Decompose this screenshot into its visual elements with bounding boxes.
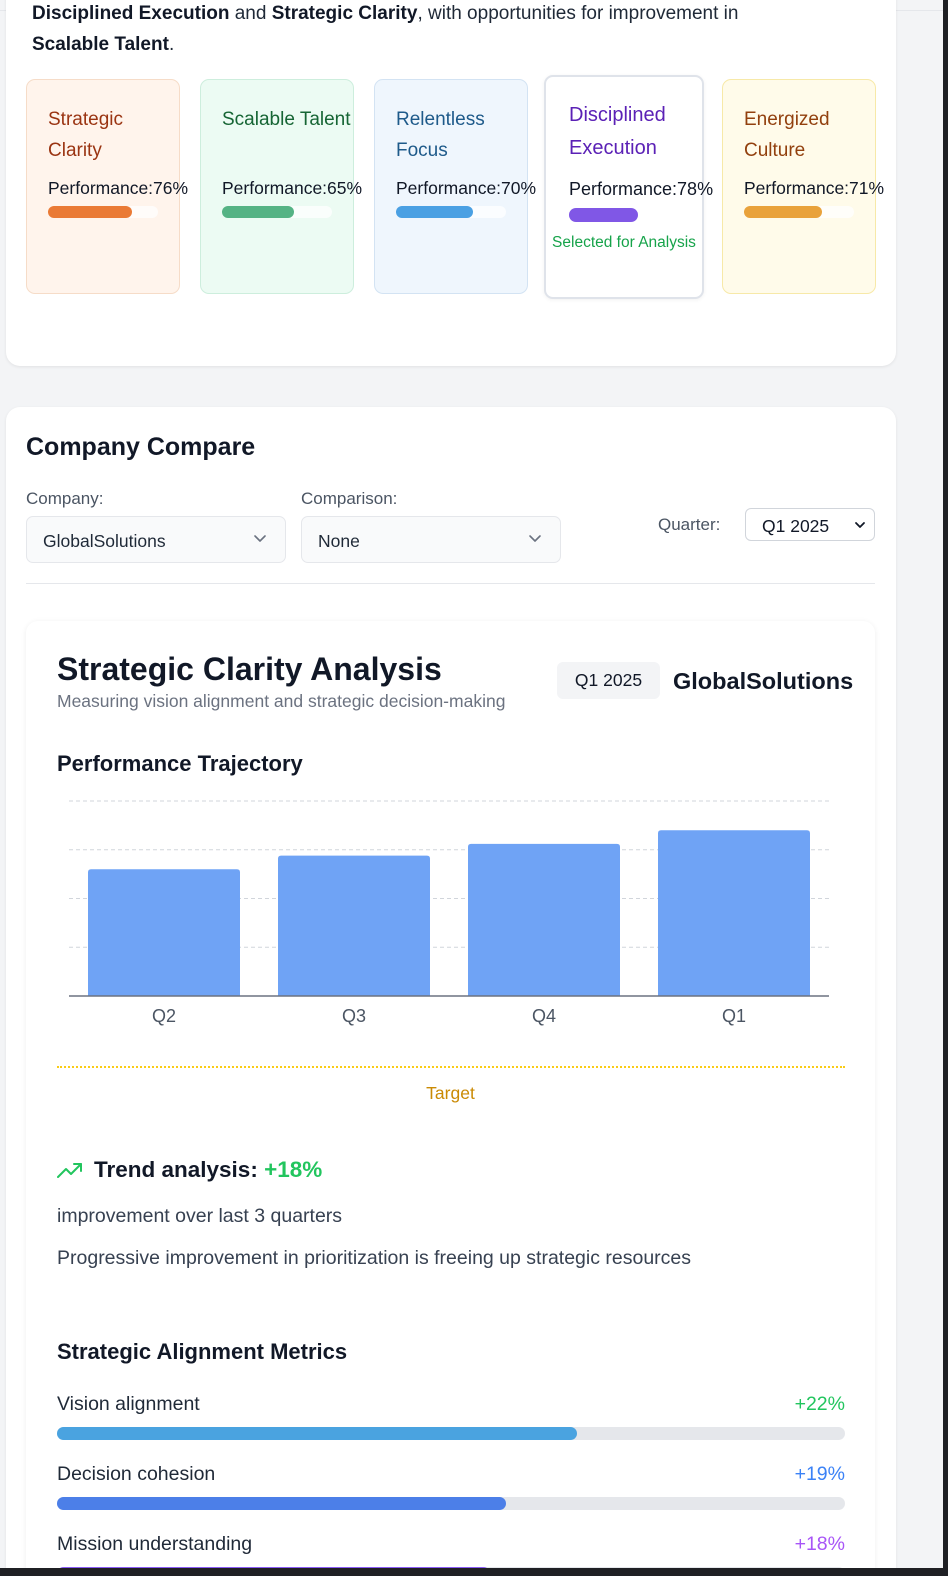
comparison-select[interactable]: None (301, 516, 561, 563)
metric-label: Decision cohesion (57, 1463, 216, 1485)
comparison-label: Comparison: (301, 489, 398, 508)
pillar-bar-fill (744, 206, 823, 218)
chart-bar-q3 (278, 855, 430, 996)
metric-bar-track (57, 1427, 845, 1440)
pillar-performance: Performance:76% (48, 178, 189, 198)
trend-title: Trend analysis: +18% (94, 1157, 322, 1183)
company-select-value: GlobalSolutions (43, 531, 166, 551)
analysis-company-name: GlobalSolutions (673, 668, 854, 694)
pillar-performance: Performance:71% (744, 178, 885, 198)
trending-up-icon (57, 1163, 82, 1178)
quarter-label: Quarter: (658, 515, 721, 534)
quarter-select-value: Q1 2025 (762, 516, 830, 536)
metric-value: +22% (794, 1393, 845, 1415)
pillar-name: Strategic Clarity (48, 109, 123, 161)
analysis-title: Strategic Clarity Analysis (57, 651, 442, 687)
metric-label: Mission understanding (57, 1533, 253, 1555)
metric-bar-fill (57, 1497, 507, 1510)
trend-value: +18% (264, 1157, 323, 1182)
chart-x-tick-label: Q3 (342, 1006, 366, 1026)
pillar-bar-track (222, 206, 332, 218)
performance-bar-chart: Q2 Q3 Q4 Q1 (69, 800, 829, 1026)
pillar-name: Disciplined Execution (569, 104, 666, 159)
summary-rest: , with opportunities for improvement in (417, 3, 739, 24)
pillar-card-energized-culture[interactable]: Energized Culture Performance:71% (722, 79, 884, 294)
summary-text: Disciplined Execution and Strategic Clar… (32, 0, 872, 60)
target-line (57, 1066, 845, 1068)
quarter-select[interactable]: Q1 2025 (745, 508, 875, 541)
pillar-performance: Performance:65% (222, 178, 363, 198)
pillar-performance: Performance:70% (396, 178, 537, 198)
metric-decision-cohesion: Decision cohesion +19% (57, 1463, 845, 1523)
pillar-bar-fill (396, 206, 473, 218)
divider (26, 583, 875, 584)
metric-value: +19% (794, 1463, 845, 1485)
chart-x-tick-label: Q2 (152, 1006, 176, 1026)
company-select[interactable]: GlobalSolutions (26, 516, 286, 563)
chevron-down-icon (855, 522, 865, 528)
summary-bold-talent: Scalable Talent (32, 34, 169, 55)
pillar-name: Relentless Focus (396, 109, 485, 161)
window-frame-right (943, 0, 948, 1576)
summary-and: and (229, 3, 272, 24)
pillar-bar-track (569, 208, 657, 222)
quarter-badge: Q1 2025 (557, 662, 660, 699)
chart-x-tick-label: Q1 (722, 1006, 746, 1026)
analysis-subtitle: Measuring vision alignment and strategic… (57, 691, 506, 711)
trend-label: Trend analysis: (94, 1157, 265, 1182)
pillars-card: Disciplined Execution and Strategic Clar… (6, 0, 896, 366)
trend-description: improvement over last 3 quarters (57, 1205, 343, 1227)
metric-value: +18% (794, 1533, 845, 1555)
chevron-down-icon (529, 535, 541, 542)
chart-x-tick-label: Q4 (532, 1006, 556, 1026)
pillar-bar-track (744, 206, 854, 218)
selected-for-analysis-label: Selected for Analysis (552, 234, 696, 251)
trend-insight: Progressive improvement in prioritizatio… (57, 1247, 692, 1269)
pillar-bar-track (48, 206, 158, 218)
metric-bar-track (57, 1497, 845, 1510)
pillar-card-disciplined-execution[interactable]: Disciplined Execution Performance:78% Se… (544, 75, 713, 299)
analysis-panel: Strategic Clarity Analysis Measuring vis… (26, 621, 875, 1576)
summary-bold-clarity: Strategic Clarity (271, 3, 418, 24)
pillar-bar-fill (569, 208, 638, 222)
metric-vision-alignment: Vision alignment +22% (57, 1393, 845, 1453)
pillar-bar-track (396, 206, 506, 218)
pillar-name: Scalable Talent (222, 109, 351, 130)
metric-bar-fill (57, 1427, 578, 1440)
pillar-performance: Performance:78% (569, 179, 714, 199)
pillar-name: Energized Culture (744, 109, 830, 161)
pillar-card-strategic-clarity[interactable]: Strategic Clarity Performance:76% (26, 79, 188, 294)
company-compare-card: Company Compare Company: GlobalSolutions… (6, 407, 896, 1576)
chart-bar-q4 (468, 843, 620, 996)
section-title: Company Compare (26, 433, 256, 461)
summary-end: . (168, 34, 175, 55)
metric-label: Vision alignment (57, 1393, 200, 1415)
trajectory-title: Performance Trajectory (57, 751, 303, 776)
window-frame-bottom (0, 1568, 948, 1576)
comparison-select-value: None (318, 531, 360, 551)
pillar-bar-fill (222, 206, 294, 218)
pillar-card-scalable-talent[interactable]: Scalable Talent Performance:65% (200, 79, 362, 294)
chart-bar-q2 (88, 869, 240, 996)
pillar-bar-fill (48, 206, 132, 218)
metrics-title: Strategic Alignment Metrics (57, 1339, 348, 1364)
summary-bold-execution: Disciplined Execution (32, 3, 230, 24)
chart-bar-q1 (658, 830, 810, 996)
chevron-down-icon (254, 535, 266, 542)
pillar-card-relentless-focus[interactable]: Relentless Focus Performance:70% (374, 79, 536, 294)
target-label: Target (426, 1083, 475, 1103)
company-label: Company: (26, 489, 104, 508)
